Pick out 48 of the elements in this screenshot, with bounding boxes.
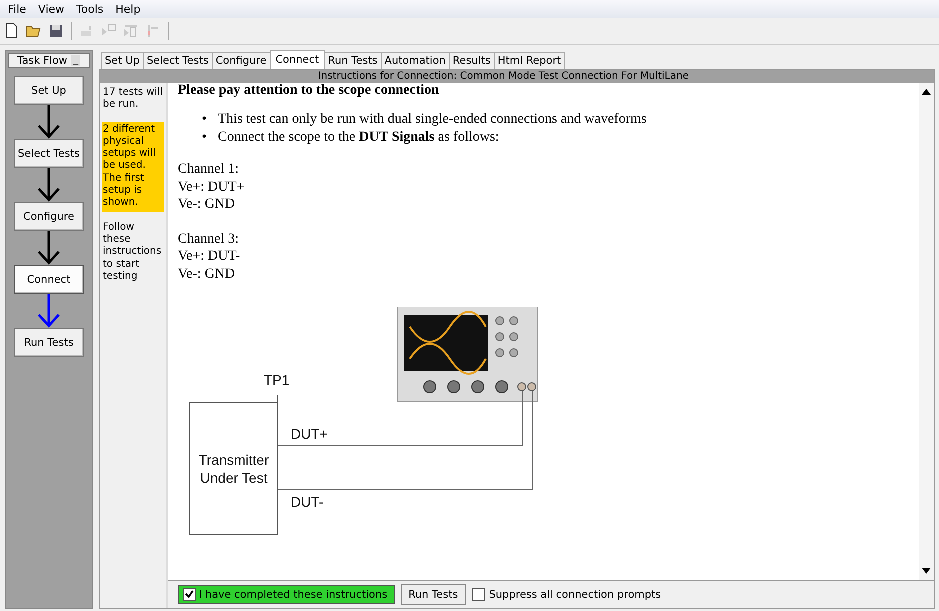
- channel-line: Ve+: DUT+: [178, 178, 246, 196]
- instruction-heading: Please pay attention to the scope connection: [178, 83, 440, 99]
- checkbox[interactable]: [183, 588, 196, 601]
- panel-title: Instructions for Connection: Common Mode Test Connection For MultiLane: [318, 71, 689, 82]
- tab[interactable]: Connect: [270, 50, 326, 69]
- channel-line: Ve-: GND: [178, 266, 236, 283]
- task-flow-title: Task Flow: [18, 54, 68, 66]
- info-note: 2 different physical setups will be used. The first setup is shown.: [102, 122, 164, 212]
- device-label: Under Test: [200, 470, 268, 486]
- instruction-bullet: This test can only be run with dual single-ended connections and waveforms: [218, 111, 647, 129]
- task-flow-step-button[interactable]: Select Tests: [14, 139, 84, 168]
- menu-item[interactable]: Tools: [70, 2, 110, 16]
- checkbox-label: I have completed these instructions: [199, 588, 388, 600]
- channel-title: Channel 1:: [178, 161, 240, 178]
- channel-line: Ve-: GND: [178, 196, 236, 214]
- menu-item[interactable]: File: [2, 2, 32, 16]
- task-flow-step-button[interactable]: Run Tests: [14, 328, 84, 357]
- scroll-up-icon[interactable]: [922, 89, 931, 95]
- checkbox[interactable]: [472, 588, 486, 601]
- device-label: Transmitter: [198, 452, 270, 468]
- task-flow-step-button[interactable]: Connect: [14, 265, 84, 294]
- down-arrow-icon: [37, 168, 61, 202]
- bullet-marker: •: [202, 111, 208, 129]
- minimize-button[interactable]: _: [71, 55, 80, 66]
- instruction-bullet: Connect the scope to the DUT Signals as follows:: [218, 129, 500, 147]
- bullet-marker: •: [202, 129, 208, 147]
- run-tests-button[interactable]: Run Tests: [400, 584, 466, 605]
- vertical-scrollbar[interactable]: [919, 83, 934, 580]
- down-arrow-icon: [37, 294, 61, 328]
- signal-label: DUT+: [291, 426, 328, 442]
- info-note: 17 tests will be run.: [102, 86, 164, 112]
- menu-item[interactable]: View: [32, 2, 71, 16]
- task-flow-step-button[interactable]: Configure: [14, 202, 84, 231]
- task-flow-step-button[interactable]: Set Up: [14, 76, 84, 105]
- signal-label: DUT-: [291, 494, 324, 510]
- channel-line: Ve+: DUT-: [178, 248, 242, 266]
- test-point-label: TP1: [264, 372, 290, 388]
- down-arrow-icon: [37, 105, 61, 139]
- down-arrow-icon: [37, 231, 61, 265]
- info-note: Follow these instructions to start testing: [102, 220, 163, 284]
- tab[interactable]: Configure: [212, 52, 271, 69]
- channel-title: Channel 3:: [178, 230, 240, 248]
- checkbox-label: Suppress all connection prompts: [489, 588, 662, 600]
- scroll-down-icon[interactable]: [922, 568, 931, 574]
- tab[interactable]: Html Report: [494, 52, 566, 69]
- tab[interactable]: Set Up: [101, 52, 144, 69]
- menu-item[interactable]: Help: [110, 2, 147, 16]
- completed-checkbox[interactable]: I have completed these instructions: [178, 585, 395, 604]
